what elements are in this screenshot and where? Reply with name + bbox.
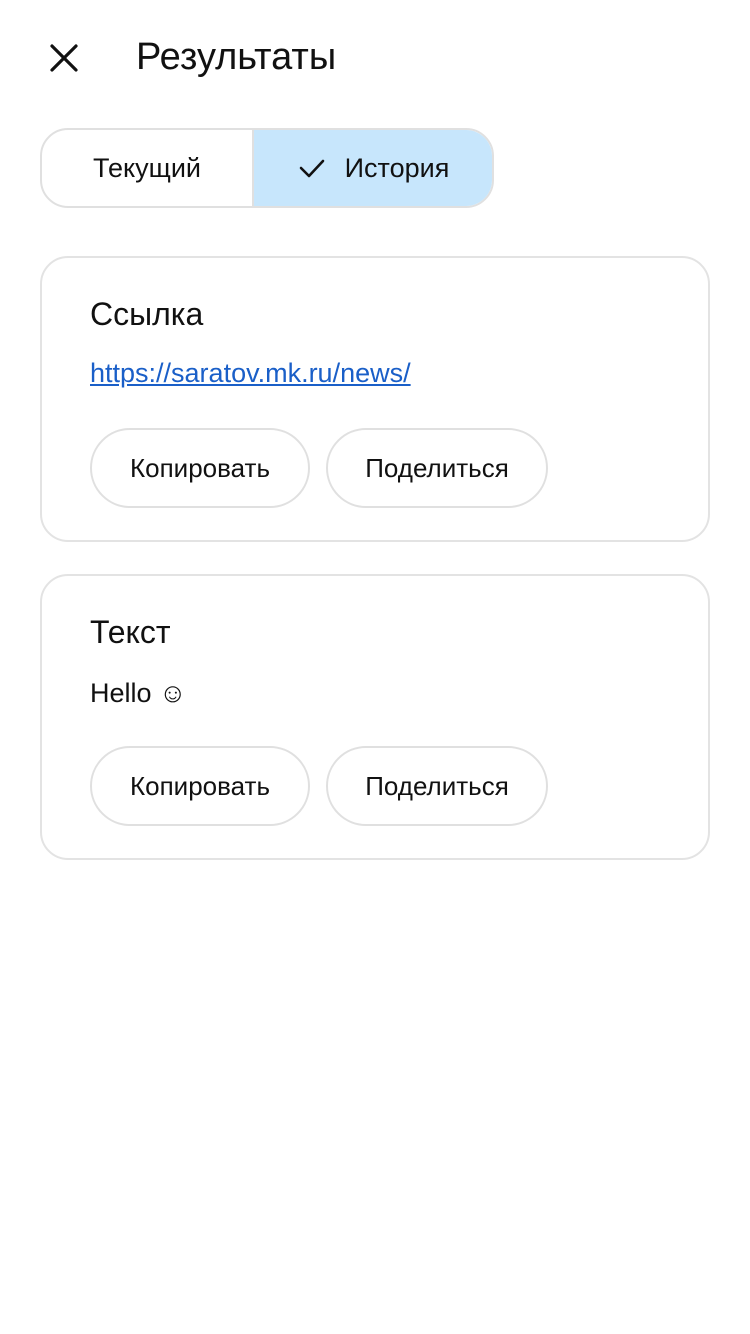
link-url[interactable]: https://saratov.mk.ru/news/ bbox=[90, 356, 411, 390]
close-icon bbox=[50, 44, 78, 72]
link-card: Ссылка https://saratov.mk.ru/news/ Копир… bbox=[40, 256, 710, 542]
text-content: Hello ☺ bbox=[90, 678, 187, 708]
check-icon bbox=[297, 153, 327, 183]
results-screen: Результаты Текущий История Ссылка https:… bbox=[0, 0, 750, 1334]
text-card-title: Текст bbox=[90, 614, 171, 650]
tab-current[interactable]: Текущий bbox=[42, 130, 252, 206]
link-card-title: Ссылка bbox=[90, 296, 204, 332]
close-button[interactable] bbox=[40, 34, 88, 82]
header: Результаты bbox=[0, 0, 750, 112]
share-button[interactable]: Поделиться bbox=[326, 746, 548, 826]
text-card: Текст Hello ☺ Копировать Поделиться bbox=[40, 574, 710, 860]
page-title: Результаты bbox=[136, 36, 337, 78]
share-button[interactable]: Поделиться bbox=[326, 428, 548, 508]
copy-button[interactable]: Копировать bbox=[90, 746, 310, 826]
copy-button[interactable]: Копировать bbox=[90, 428, 310, 508]
tab-switcher: Текущий История bbox=[40, 128, 494, 208]
tab-history[interactable]: История bbox=[252, 130, 492, 206]
tab-current-label: Текущий bbox=[93, 152, 201, 183]
tab-history-label: История bbox=[344, 152, 450, 183]
